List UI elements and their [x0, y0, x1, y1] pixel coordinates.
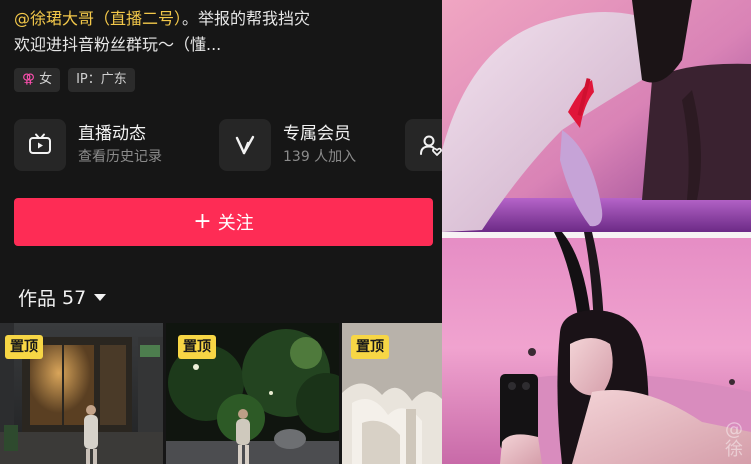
live-updates-title: 直播动态 [78, 124, 146, 144]
ip-location-tag: IP：广东 [68, 68, 135, 92]
pinned-badge: 置顶 [178, 335, 216, 359]
fan-group-entry[interactable] [405, 118, 442, 172]
pinned-badge: 置顶 [5, 335, 43, 359]
follow-button-label: 关注 [217, 213, 254, 234]
work-thumbnail-2[interactable]: 置顶 [166, 323, 339, 464]
bio-line-2[interactable]: 欢迎进抖音粉丝群玩～（懂... [14, 32, 434, 58]
exclusive-membership-entry[interactable]: 专属会员 139 人加入 [219, 118, 356, 172]
watermark-symbol: @ [725, 419, 743, 440]
bio-line-1-text: 。举报的帮我挡灾 [182, 9, 311, 28]
photo-top[interactable] [442, 0, 751, 232]
tv-icon [14, 119, 66, 171]
caret-down-icon [94, 294, 107, 301]
user-heart-icon [405, 119, 442, 171]
watermark: @ 徐 [725, 420, 743, 460]
profile-tags: ⚢ 女 IP：广东 [14, 68, 135, 92]
bio-line-1: @徐珺大哥（直播二号）。举报的帮我挡灾 [14, 6, 434, 32]
exclusive-membership-subtitle: 139 人加入 [283, 149, 357, 165]
follow-button[interactable]: + 关注 [14, 198, 433, 246]
photo-bottom-image [442, 232, 751, 464]
photo-bottom[interactable]: @ 徐 [442, 232, 751, 464]
works-count: 57 [62, 286, 87, 309]
plus-icon: + [193, 209, 212, 234]
v-icon [219, 119, 271, 171]
works-label: 作品 [18, 288, 57, 310]
live-updates-subtitle: 查看历史记录 [78, 149, 162, 165]
works-sort-dropdown[interactable]: 作品 57 [18, 284, 107, 311]
works-grid: 置顶 置顶 置顶 [0, 323, 442, 464]
feature-row: 直播动态 查看历史记录 专属会员 139 人加入 [14, 118, 442, 172]
gender-icon: ⚢ [22, 72, 36, 87]
watermark-text: 徐 [725, 439, 743, 460]
profile-panel: @徐珺大哥（直播二号）。举报的帮我挡灾 欢迎进抖音粉丝群玩～（懂... ⚢ 女 … [0, 0, 442, 464]
work-thumbnail-1[interactable]: 置顶 [0, 323, 163, 464]
profile-bio: @徐珺大哥（直播二号）。举报的帮我挡灾 欢迎进抖音粉丝群玩～（懂... [14, 6, 434, 58]
live-updates-entry[interactable]: 直播动态 查看历史记录 [14, 118, 162, 172]
gender-label: 女 [39, 72, 53, 87]
exclusive-membership-title: 专属会员 [283, 124, 351, 144]
gender-tag: ⚢ 女 [14, 68, 61, 92]
bio-mention-link[interactable]: @徐珺大哥（直播二号） [14, 9, 182, 28]
ip-location-label: IP：广东 [76, 72, 127, 87]
photo-top-image [442, 0, 751, 232]
profile-photos: @ 徐 [442, 0, 751, 464]
work-thumbnail-3[interactable]: 置顶 [342, 323, 442, 464]
pinned-badge: 置顶 [351, 335, 389, 359]
